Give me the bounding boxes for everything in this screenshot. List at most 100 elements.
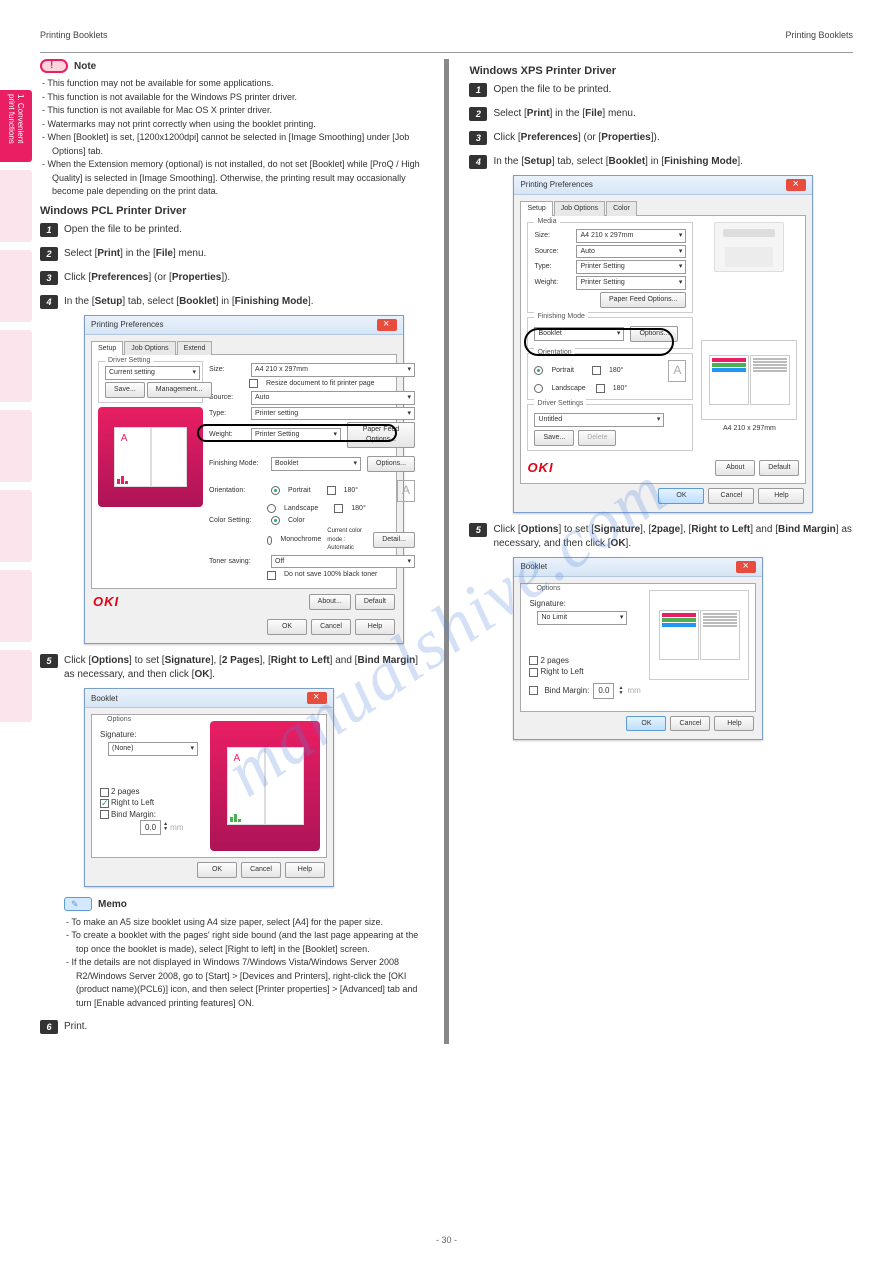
feed-options-button[interactable]: Paper Feed Options... — [600, 292, 686, 308]
xps-booklet-dialog: Booklet Options Signature: No Limit — [513, 557, 763, 740]
pcl-preferences-dialog: Printing Preferences Setup Job Options E… — [84, 315, 404, 645]
landscape-radio[interactable] — [267, 504, 276, 513]
close-icon[interactable] — [736, 561, 756, 573]
tab-joboptions[interactable]: Job Options — [554, 201, 605, 216]
2pages-checkbox[interactable] — [100, 788, 109, 797]
color-radio[interactable] — [271, 516, 280, 525]
about-button[interactable]: About — [715, 460, 755, 476]
steps-right: Open the file to be printed. Select [Pri… — [469, 83, 853, 740]
preview-pane — [649, 590, 749, 680]
step-4: In the [Setup] tab, select [Booklet] in … — [469, 155, 853, 513]
close-icon[interactable] — [307, 692, 327, 704]
ok-button[interactable]: OK — [626, 716, 666, 732]
ok-button[interactable]: OK — [197, 862, 237, 878]
dialog-title: Printing Preferences — [520, 179, 592, 190]
save-button[interactable]: Save... — [534, 430, 574, 446]
sidebar-tab-8[interactable] — [0, 650, 32, 722]
landscape-radio[interactable] — [534, 384, 543, 393]
sidebar-tab-5[interactable] — [0, 410, 32, 482]
tab-setup[interactable]: Setup — [91, 341, 123, 356]
weight-select[interactable]: Printer Setting — [576, 276, 686, 290]
page-number: - 30 - — [436, 1235, 457, 1245]
help-button[interactable]: Help — [758, 488, 804, 504]
help-button[interactable]: Help — [714, 716, 754, 732]
bind-value-input[interactable]: 0.0 — [593, 683, 614, 698]
step-5: Click [Options] to set [Signature], [2pa… — [469, 523, 853, 740]
column-divider — [444, 59, 450, 1044]
sidebar-tab-active[interactable]: 1. Convenient print functions — [0, 90, 32, 162]
driver-title-xps: Windows XPS Printer Driver — [469, 65, 853, 77]
source-select[interactable]: Auto — [576, 245, 686, 259]
left-column: Note This function may not be available … — [40, 59, 424, 1044]
save-button[interactable]: Save... — [105, 382, 145, 398]
size-select[interactable]: A4 210 x 297mm — [251, 363, 415, 377]
sidebar-tab-2[interactable] — [0, 170, 32, 242]
steps-left: Open the file to be printed. Select [Pri… — [40, 223, 424, 1035]
size-select[interactable]: A4 210 x 297mm — [576, 229, 686, 243]
xps-preferences-dialog: Printing Preferences Setup Job Options C… — [513, 175, 813, 513]
portrait-radio[interactable] — [534, 366, 543, 375]
tab-extend[interactable]: Extend — [177, 341, 213, 356]
note-label: Note — [74, 61, 96, 72]
step-2: Select [Print] in the [File] menu. — [40, 247, 424, 261]
dialog-title: Booklet — [91, 693, 118, 704]
step-1: Open the file to be printed. — [40, 223, 424, 237]
printer-icon — [714, 222, 784, 272]
weight-select[interactable]: Printer Setting — [251, 428, 341, 442]
cancel-button[interactable]: Cancel — [670, 716, 710, 732]
memo-icon — [64, 897, 92, 911]
tab-color[interactable]: Color — [606, 201, 637, 216]
driver-title-pcl: Windows PCL Printer Driver — [40, 205, 424, 217]
finishing-mode-select[interactable]: Booklet — [534, 327, 624, 341]
about-button[interactable]: About... — [309, 594, 351, 610]
sidebar-tab-7[interactable] — [0, 570, 32, 642]
default-button[interactable]: Default — [759, 460, 799, 476]
memo-list: To make an A5 size booklet using A4 size… — [64, 916, 424, 1011]
close-icon[interactable] — [377, 319, 397, 331]
2pages-checkbox[interactable] — [529, 656, 538, 665]
cancel-button[interactable]: Cancel — [311, 619, 351, 635]
tab-setup[interactable]: Setup — [520, 201, 552, 216]
tab-joboptions[interactable]: Job Options — [124, 341, 175, 356]
sidebar-tab-4[interactable] — [0, 330, 32, 402]
detail-button[interactable]: Detail... — [373, 532, 415, 548]
rot180-check[interactable] — [327, 486, 336, 495]
portrait-radio[interactable] — [271, 486, 280, 495]
delete-button[interactable]: Delete — [578, 430, 616, 446]
signature-select[interactable]: No Limit — [537, 611, 627, 625]
step-1: Open the file to be printed. — [469, 83, 853, 97]
options-button[interactable]: Options... — [630, 326, 678, 342]
type-select[interactable]: Printer Setting — [576, 260, 686, 274]
step-3: Click [Preferences] (or [Properties]). — [469, 131, 853, 145]
finishing-mode-select[interactable]: Booklet — [271, 457, 361, 471]
close-icon[interactable] — [786, 179, 806, 191]
ok-button[interactable]: OK — [267, 619, 307, 635]
options-button[interactable]: Options... — [367, 456, 415, 472]
source-select[interactable]: Auto — [251, 391, 415, 405]
righttoleft-checkbox[interactable] — [529, 668, 538, 677]
driver-setting-select[interactable]: Current setting — [105, 366, 200, 380]
help-button[interactable]: Help — [285, 862, 325, 878]
righttoleft-checkbox[interactable] — [100, 799, 109, 808]
bindmargin-checkbox[interactable] — [100, 810, 109, 819]
cancel-button[interactable]: Cancel — [708, 488, 754, 504]
toner-select[interactable]: Off — [271, 555, 415, 569]
ok-button[interactable]: OK — [658, 488, 704, 504]
bind-value-input[interactable]: 0.0 — [140, 820, 161, 835]
sidebar-tab-3[interactable] — [0, 250, 32, 322]
dialog-title: Booklet — [520, 561, 547, 572]
bindmargin-checkbox[interactable] — [529, 686, 538, 695]
signature-select[interactable]: (None) — [108, 742, 198, 756]
type-select[interactable]: Printer setting — [251, 407, 415, 421]
default-button[interactable]: Default — [355, 594, 395, 610]
resize-checkbox[interactable] — [249, 379, 258, 388]
feed-options-button[interactable]: Paper Feed Options... — [347, 422, 415, 448]
sidebar-tab-6[interactable] — [0, 490, 32, 562]
driver-settings-select[interactable]: Untitled — [534, 413, 664, 427]
manage-button[interactable]: Management... — [147, 382, 212, 398]
cancel-button[interactable]: Cancel — [241, 862, 281, 878]
preview-pane: A — [98, 407, 203, 507]
help-button[interactable]: Help — [355, 619, 395, 635]
mono-radio[interactable] — [267, 536, 272, 545]
header-right: Printing Booklets — [785, 30, 853, 40]
